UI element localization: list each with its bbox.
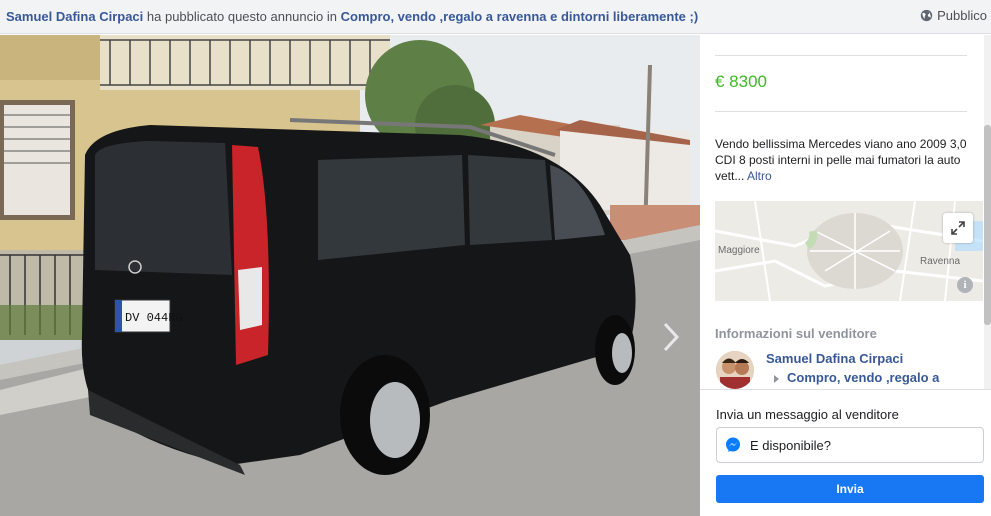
seller-section-title: Informazioni sul venditore (715, 326, 877, 341)
info-icon[interactable]: i (957, 277, 973, 293)
plate-text: DV 044RG (125, 311, 183, 325)
privacy-label: Pubblico (937, 8, 987, 23)
author-link[interactable]: Samuel Dafina Cirpaci (6, 9, 143, 24)
more-link[interactable]: Altro (747, 169, 772, 183)
map-label: Ravenna (920, 256, 961, 267)
message-title: Invia un messaggio al venditore (716, 407, 899, 422)
expand-icon[interactable] (943, 213, 973, 243)
seller-group-label: Compro, vendo ,regalo a (787, 370, 940, 385)
message-input[interactable]: E disponibile? (716, 427, 984, 463)
globe-icon (920, 9, 933, 22)
messenger-icon (726, 437, 740, 452)
van-photo: DV 044RG (0, 35, 700, 516)
details-scrollbar[interactable] (984, 35, 991, 390)
post-header: Samuel Dafina Cirpaci ha pubblicato ques… (0, 0, 991, 34)
scrollbar-thumb[interactable] (984, 125, 991, 325)
chevron-right-icon[interactable] (658, 320, 684, 354)
avatar-image (716, 351, 754, 389)
caret-right-icon (774, 374, 779, 383)
avatar[interactable] (716, 351, 754, 389)
divider (715, 111, 967, 112)
message-seller-box: Invia un messaggio al venditore E dispon… (700, 389, 991, 516)
listing-photo[interactable]: DV 044RG (0, 35, 700, 516)
send-button[interactable]: Invia (716, 475, 984, 503)
map-label: Maggiore (718, 245, 760, 256)
divider (715, 55, 967, 56)
seller-group-link[interactable]: Compro, vendo ,regalo a (774, 370, 939, 385)
message-input-value: E disponibile? (750, 437, 831, 453)
seller-name-link[interactable]: Samuel Dafina Cirpaci (766, 351, 903, 366)
location-map[interactable]: Maggiore Ravenna i (715, 201, 983, 301)
price: € 8300 (715, 72, 767, 91)
group-link[interactable]: Compro, vendo ,regalo a ravenna e dintor… (341, 9, 699, 24)
description: Vendo bellissima Mercedes viano ano 2009… (715, 136, 970, 184)
privacy-indicator[interactable]: Pubblico (920, 8, 987, 23)
published-text: ha pubblicato questo annuncio in (143, 9, 341, 24)
